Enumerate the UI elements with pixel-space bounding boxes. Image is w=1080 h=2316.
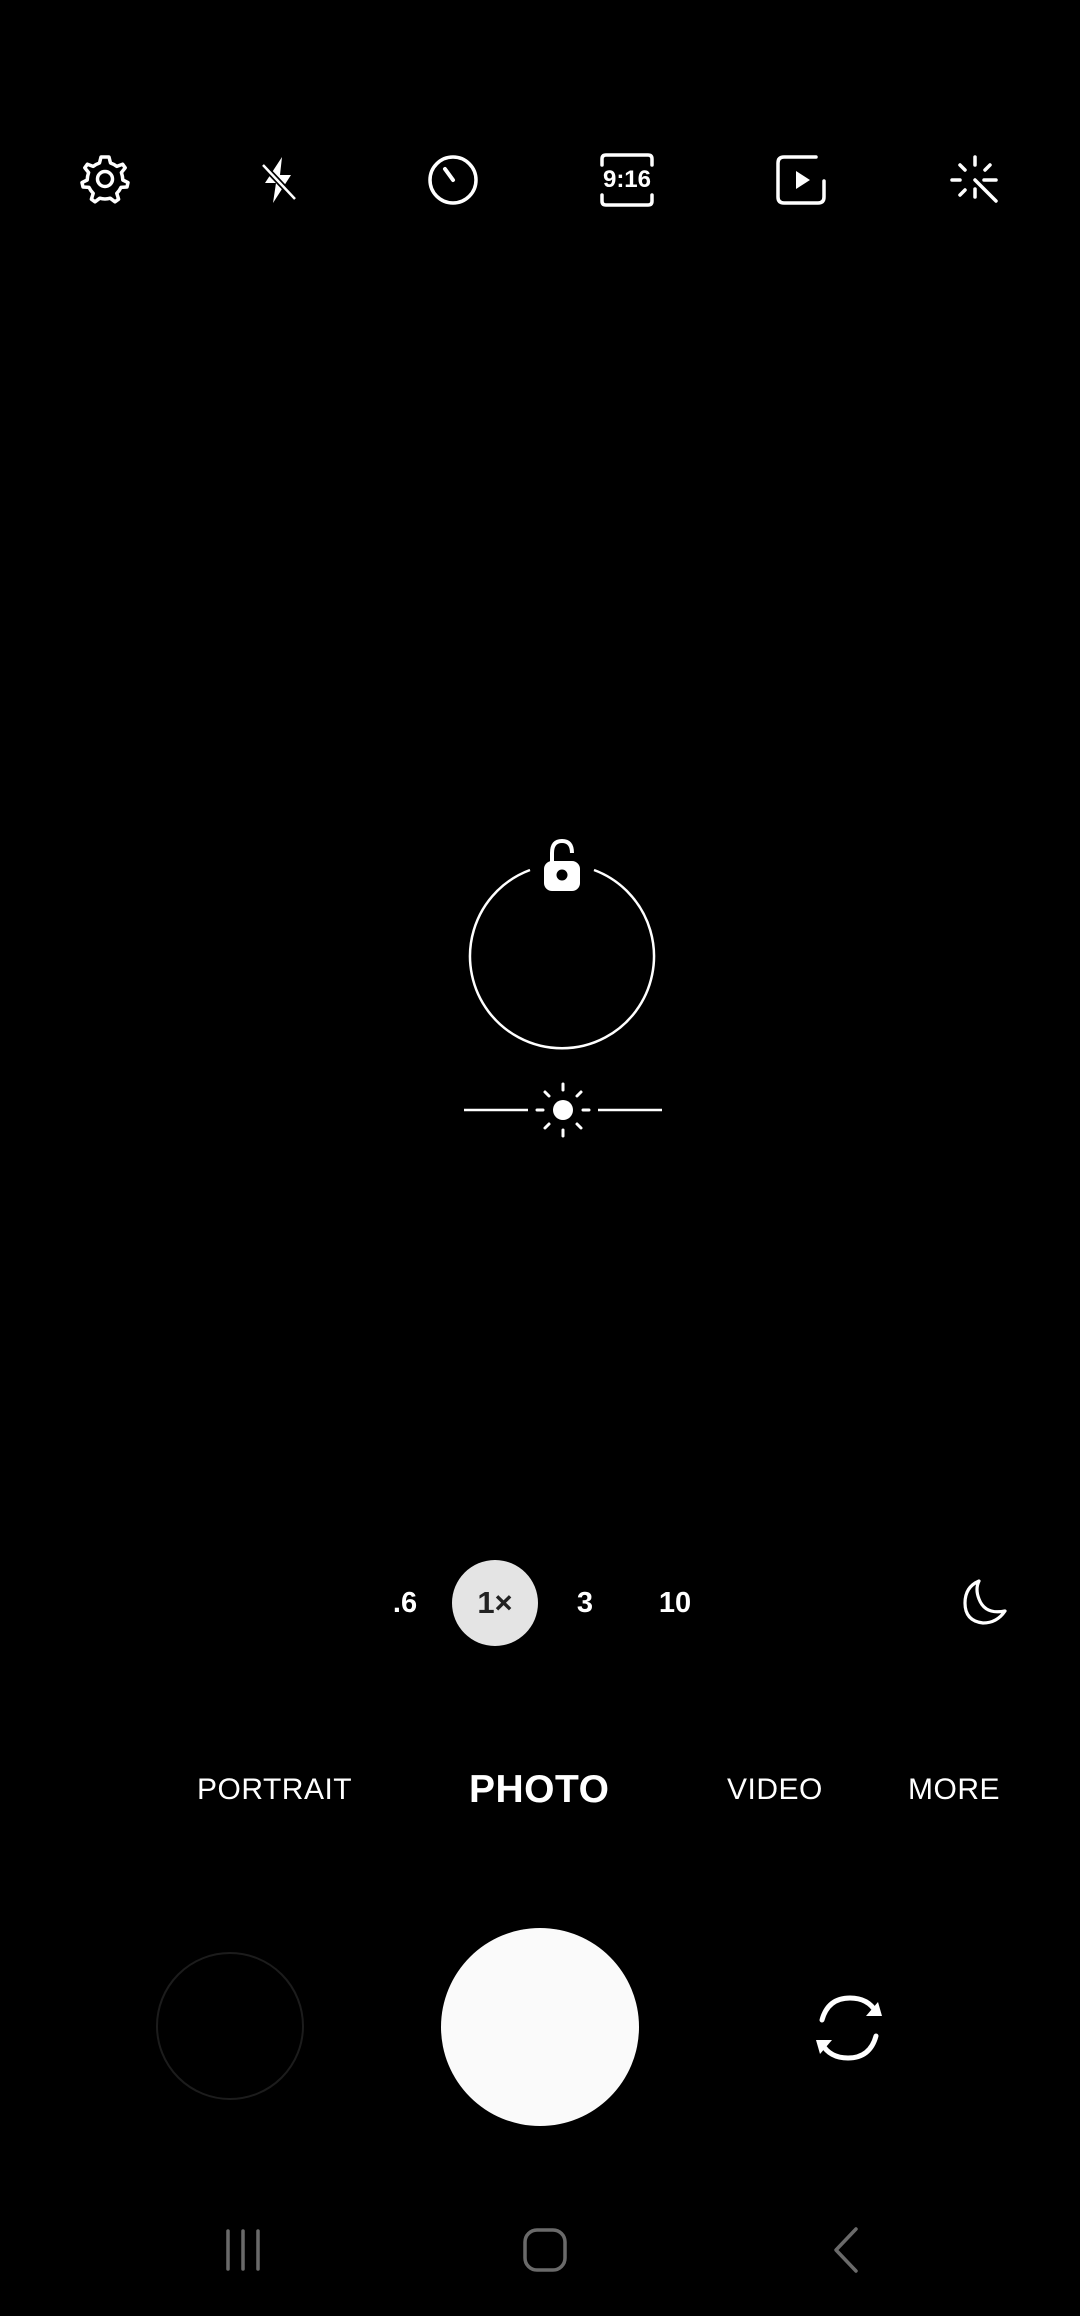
- timer-button[interactable]: [413, 140, 493, 220]
- top-toolbar: 9:16: [0, 140, 1080, 220]
- sun-icon: [535, 1082, 591, 1138]
- gallery-thumbnail[interactable]: [156, 1952, 304, 2100]
- motion-photo-button[interactable]: [761, 140, 841, 220]
- gear-icon: [80, 155, 130, 204]
- mode-more[interactable]: MORE: [908, 1760, 1000, 1820]
- zoom-option-10[interactable]: 10: [640, 1560, 710, 1646]
- settings-button[interactable]: [65, 140, 145, 220]
- system-navigation-bar: [0, 2215, 1080, 2285]
- magic-wand-icon: [950, 155, 998, 203]
- zoom-option-3[interactable]: 3: [555, 1560, 615, 1646]
- mode-selector: PORTRAIT PHOTO VIDEO MORE: [0, 1760, 1080, 1820]
- camera-screen: 9:16 .6 1× 3 10 PORTRAIT PHOTO VIDEO MOR…: [0, 0, 1080, 2316]
- zoom-option-1x[interactable]: 1×: [452, 1560, 538, 1646]
- focus-ring[interactable]: [462, 835, 662, 1055]
- effects-button[interactable]: [935, 140, 1015, 220]
- recents-icon: [226, 2229, 260, 2271]
- home-icon: [523, 2228, 567, 2272]
- flash-button[interactable]: [238, 140, 318, 220]
- shutter-button[interactable]: [441, 1928, 639, 2126]
- zoom-option-0-6[interactable]: .6: [375, 1560, 435, 1646]
- flash-off-icon: [260, 157, 298, 203]
- timer-icon: [428, 155, 478, 205]
- mode-portrait[interactable]: PORTRAIT: [197, 1760, 352, 1820]
- exposure-slider[interactable]: [460, 1080, 666, 1140]
- switch-camera-icon[interactable]: [808, 1990, 890, 2066]
- moon-icon[interactable]: [955, 1575, 1011, 1631]
- mode-video[interactable]: VIDEO: [727, 1760, 823, 1820]
- aspect-ratio-label: 9:16: [602, 166, 652, 193]
- home-button[interactable]: [510, 2215, 580, 2285]
- unlock-icon[interactable]: [544, 838, 580, 891]
- back-button[interactable]: [812, 2215, 882, 2285]
- back-icon: [834, 2227, 858, 2273]
- motion-photo-icon: [776, 155, 826, 205]
- zoom-selector: .6 1× 3 10: [0, 1560, 1080, 1646]
- recents-button[interactable]: [208, 2215, 278, 2285]
- mode-photo[interactable]: PHOTO: [469, 1760, 609, 1820]
- aspect-ratio-button[interactable]: 9:16: [587, 140, 667, 220]
